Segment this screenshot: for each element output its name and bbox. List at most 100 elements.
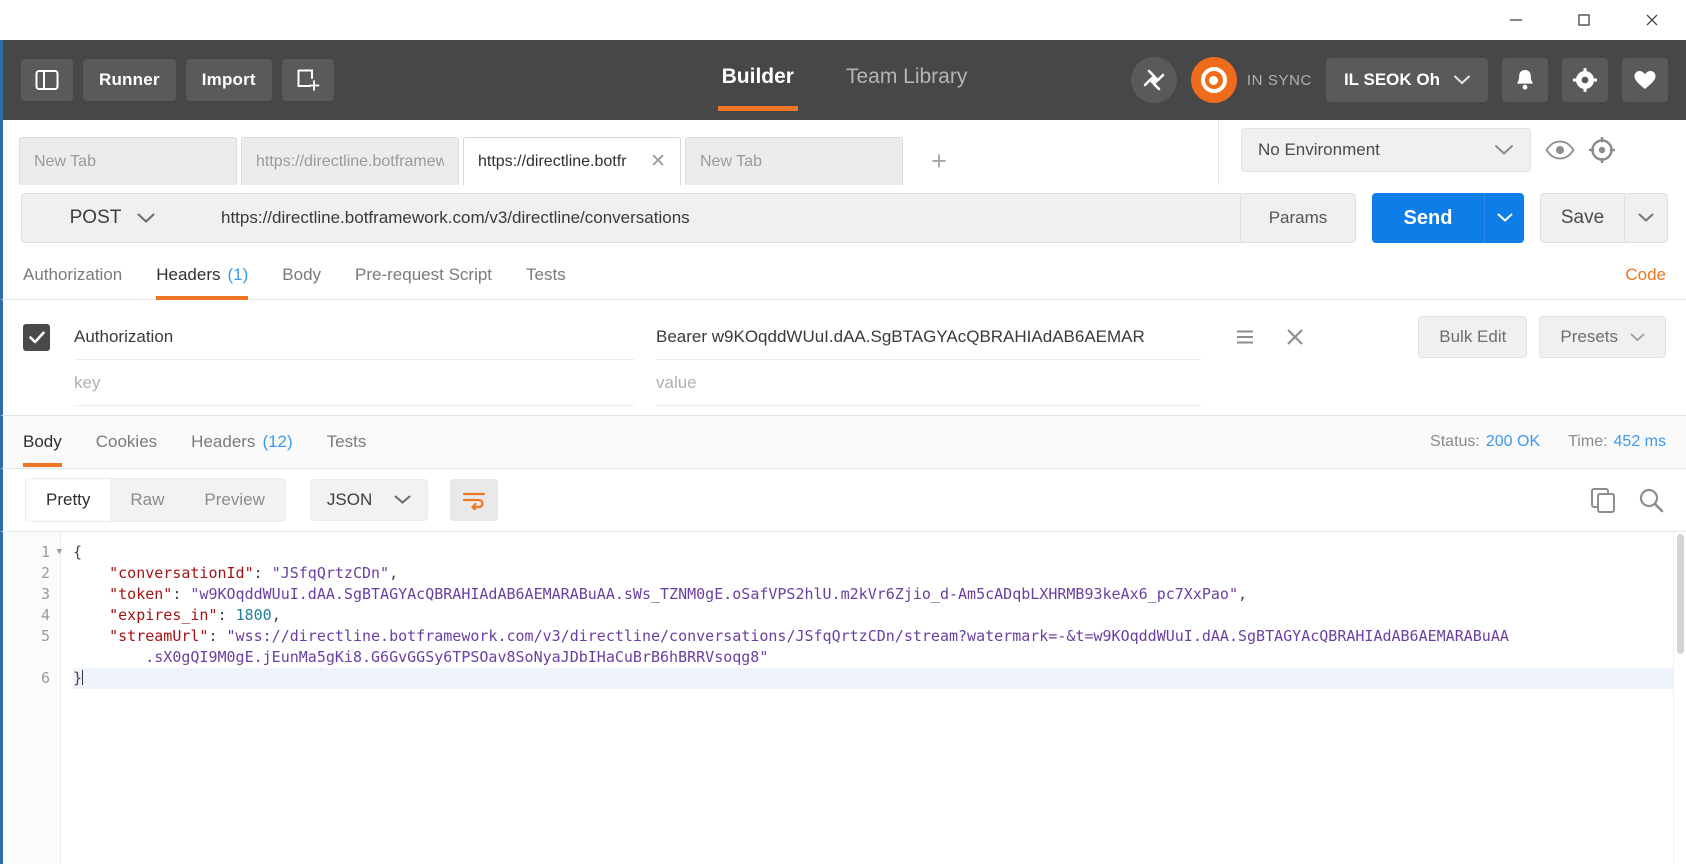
window-minimize-button[interactable] — [1482, 0, 1550, 40]
tab-body[interactable]: Body — [282, 251, 321, 299]
headers-toolbar: Bulk Edit Presets — [1418, 316, 1666, 358]
time-label: Time: — [1568, 433, 1608, 450]
header-enabled-checkbox[interactable] — [23, 323, 50, 351]
window-close-button[interactable] — [1618, 0, 1686, 40]
tab-label: Headers — [191, 432, 256, 451]
word-wrap-icon — [463, 492, 486, 510]
request-tab-0[interactable]: New Tab — [19, 137, 237, 185]
header-key-input-new[interactable]: key — [74, 360, 634, 406]
http-method-select[interactable]: POST — [21, 193, 203, 243]
response-tab-headers[interactable]: Headers (12) — [191, 418, 293, 466]
window-maximize-button[interactable] — [1550, 0, 1618, 40]
send-button[interactable]: Send — [1372, 193, 1484, 243]
user-menu-button[interactable]: IL SEOK Oh — [1325, 58, 1488, 102]
status-label: Status: — [1430, 433, 1480, 450]
tab-label: Cookies — [95, 432, 158, 451]
search-icon — [1639, 488, 1664, 513]
environment-quick-look-button[interactable] — [1545, 140, 1575, 160]
header-value-input[interactable]: Bearer w9KOqddWUuI.dAA.SgBTAGYAcQBRAHIAd… — [656, 314, 1201, 360]
headers-table: Authorization Bearer w9KOqddWUuI.dAA.SgB… — [0, 300, 1686, 415]
tab-close-icon[interactable]: ✕ — [650, 152, 666, 171]
response-tab-cookies[interactable]: Cookies — [96, 418, 157, 466]
new-window-button[interactable] — [281, 59, 334, 101]
tab-count: (1) — [227, 265, 249, 284]
url-input[interactable]: https://directline.botframework.com/v3/d… — [203, 193, 1240, 243]
status-badge: Status: 200 OK — [1430, 433, 1540, 451]
code-scrollbar[interactable] — [1673, 532, 1686, 864]
environment-select[interactable]: No Environment — [1241, 127, 1531, 172]
code-line-numbers: 1 ▼ 2 3 4 5 6 — [3, 532, 62, 864]
response-format-select[interactable]: JSON — [309, 479, 429, 521]
http-method-label: POST — [69, 207, 122, 228]
fold-arrow-icon[interactable]: ▼ — [57, 542, 62, 563]
notifications-button[interactable] — [1502, 58, 1548, 102]
presets-button[interactable]: Presets — [1539, 316, 1666, 358]
view-mode-pretty[interactable]: Pretty — [26, 479, 111, 521]
interceptor-button[interactable] — [1130, 57, 1177, 103]
environment-label: No Environment — [1258, 139, 1380, 159]
line-number: 4 — [40, 606, 50, 624]
line-number — [3, 647, 60, 668]
close-icon — [1646, 14, 1658, 26]
gear-icon — [1573, 68, 1597, 92]
request-tab-2-active[interactable]: https://directline.botfr ✕ — [463, 137, 681, 185]
view-mode-preview[interactable]: Preview — [184, 479, 284, 521]
word-wrap-button[interactable] — [450, 479, 499, 521]
header-key-input[interactable]: Authorization — [74, 314, 634, 360]
interceptor-icon — [1143, 69, 1165, 91]
chevron-down-icon — [1638, 213, 1654, 222]
runner-button[interactable]: Runner — [83, 59, 176, 101]
heart-button[interactable] — [1622, 58, 1668, 102]
header-enabled-checkbox-empty[interactable] — [23, 370, 50, 397]
header-right-group: IN SYNC IL SEOK Oh — [1130, 57, 1686, 103]
code-line: "conversationId": "JSfqQrtzCDn", — [109, 564, 399, 582]
heart-icon — [1634, 71, 1656, 89]
tab-tests[interactable]: Tests — [526, 251, 566, 299]
header-value-input-new[interactable]: value — [656, 360, 1201, 406]
send-button-group: Send — [1372, 193, 1524, 243]
copy-button[interactable] — [1590, 487, 1616, 513]
header-left-group: Runner Import — [3, 59, 334, 101]
import-button[interactable]: Import — [185, 59, 272, 101]
code-line: } — [73, 668, 1686, 689]
tab-label: Authorization — [23, 265, 123, 284]
request-tab-1[interactable]: https://directline.botframew — [241, 137, 459, 185]
tab-label: Tests — [326, 432, 367, 451]
view-mode-raw[interactable]: Raw — [110, 479, 184, 521]
save-options-button[interactable] — [1624, 193, 1668, 243]
bulk-edit-button[interactable]: Bulk Edit — [1418, 316, 1528, 358]
code-content[interactable]: { "conversationId": "JSfqQrtzCDn", "toke… — [61, 532, 1686, 864]
tab-authorization[interactable]: Authorization — [23, 251, 122, 299]
check-icon — [28, 331, 45, 343]
response-status-group: Status: 200 OK Time: 452 ms — [1430, 433, 1666, 451]
nav-tab-team-library[interactable]: Team Library — [842, 55, 971, 105]
code-line: .sX0gQI9M0gE.jEunMa5gKi8.G6GvGGSy6TPSOav… — [145, 648, 769, 666]
environment-settings-button[interactable] — [1589, 136, 1615, 163]
response-code-viewer[interactable]: 1 ▼ 2 3 4 5 6 { "conversationId": "JSfqQr… — [0, 531, 1686, 864]
response-tab-tests[interactable]: Tests — [327, 418, 367, 466]
request-tab-3[interactable]: New Tab — [685, 137, 903, 185]
header-row-delete-button[interactable] — [1273, 319, 1317, 355]
line-number: 1 ▼ — [40, 542, 62, 563]
save-button[interactable]: Save — [1540, 193, 1624, 243]
add-tab-button[interactable]: + — [907, 137, 971, 185]
url-bar: POST https://directline.botframework.com… — [0, 185, 1686, 251]
tab-pre-request-script[interactable]: Pre-request Script — [355, 251, 492, 299]
user-name-label: IL SEOK Oh — [1343, 70, 1440, 89]
params-button[interactable]: Params — [1240, 193, 1356, 243]
view-mode-segmented-control: Pretty Raw Preview — [25, 478, 286, 522]
line-number: 6 — [40, 669, 50, 687]
send-options-button[interactable] — [1484, 193, 1524, 243]
tab-headers[interactable]: Headers (1) — [156, 251, 249, 300]
sidebar-toggle-button[interactable] — [21, 59, 73, 101]
code-link[interactable]: Code — [1625, 265, 1666, 285]
nav-tab-builder[interactable]: Builder — [717, 55, 799, 111]
request-tab-label: New Tab — [34, 152, 96, 170]
header-row-menu-button[interactable] — [1223, 319, 1267, 355]
response-tab-body[interactable]: Body — [23, 418, 62, 467]
postman-app-window: Runner Import Builder Team Library IN SY… — [0, 0, 1686, 864]
sync-status-label: IN SYNC — [1246, 71, 1312, 89]
search-button[interactable] — [1638, 487, 1664, 513]
settings-button[interactable] — [1562, 58, 1608, 102]
code-line: { — [73, 543, 83, 561]
